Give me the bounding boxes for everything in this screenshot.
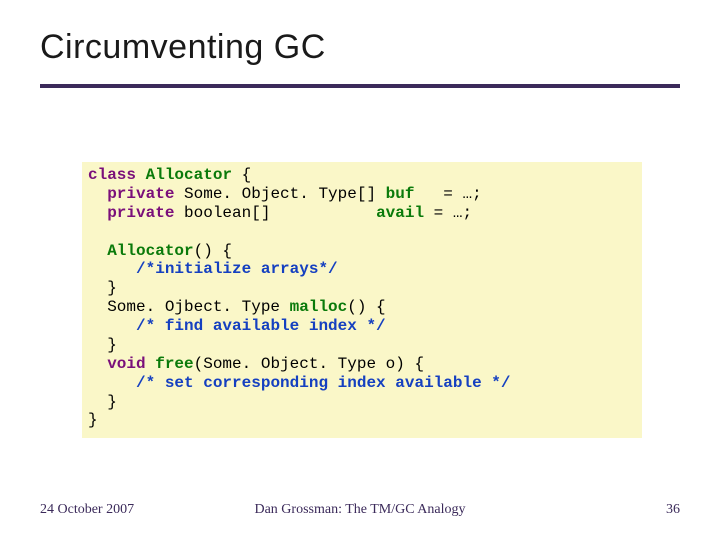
code-block: class Allocator { private Some. Object. … bbox=[82, 162, 642, 438]
txt bbox=[88, 185, 107, 203]
txt: Some. Object. Type[] bbox=[174, 185, 385, 203]
txt: } bbox=[88, 411, 98, 429]
txt: } bbox=[88, 393, 117, 411]
kw-void: void bbox=[107, 355, 145, 373]
footer-pagenum: 36 bbox=[666, 502, 680, 518]
txt bbox=[88, 355, 107, 373]
comment: /*initialize arrays*/ bbox=[136, 260, 338, 278]
txt: () { bbox=[194, 242, 232, 260]
name-avail: avail bbox=[376, 204, 424, 222]
name-buf: buf bbox=[386, 185, 415, 203]
txt bbox=[88, 204, 107, 222]
txt: = …; bbox=[414, 185, 481, 203]
title-rule bbox=[40, 84, 680, 88]
txt bbox=[88, 260, 136, 278]
kw-private: private bbox=[107, 204, 174, 222]
txt: (Some. Object. Type o) { bbox=[194, 355, 424, 373]
name-free: free bbox=[155, 355, 193, 373]
txt: { bbox=[232, 166, 251, 184]
txt bbox=[88, 317, 136, 335]
kw-private: private bbox=[107, 185, 174, 203]
txt: boolean[] bbox=[174, 204, 376, 222]
name-malloc: malloc bbox=[290, 298, 348, 316]
name-allocator: Allocator bbox=[146, 166, 232, 184]
txt bbox=[146, 355, 156, 373]
name-ctor: Allocator bbox=[107, 242, 193, 260]
slide-title: Circumventing GC bbox=[40, 28, 326, 67]
comment: /* find available index */ bbox=[136, 317, 386, 335]
txt: () { bbox=[347, 298, 385, 316]
comment: /* set corresponding index available */ bbox=[136, 374, 510, 392]
txt bbox=[88, 242, 107, 260]
txt: } bbox=[88, 279, 117, 297]
txt: Some. Ojbect. Type bbox=[88, 298, 290, 316]
footer-author: Dan Grossman: The TM/GC Analogy bbox=[0, 502, 720, 518]
txt: } bbox=[88, 336, 117, 354]
kw-class: class bbox=[88, 166, 136, 184]
txt bbox=[136, 166, 146, 184]
txt: = …; bbox=[424, 204, 472, 222]
slide: Circumventing GC class Allocator { priva… bbox=[0, 0, 720, 540]
txt bbox=[88, 374, 136, 392]
